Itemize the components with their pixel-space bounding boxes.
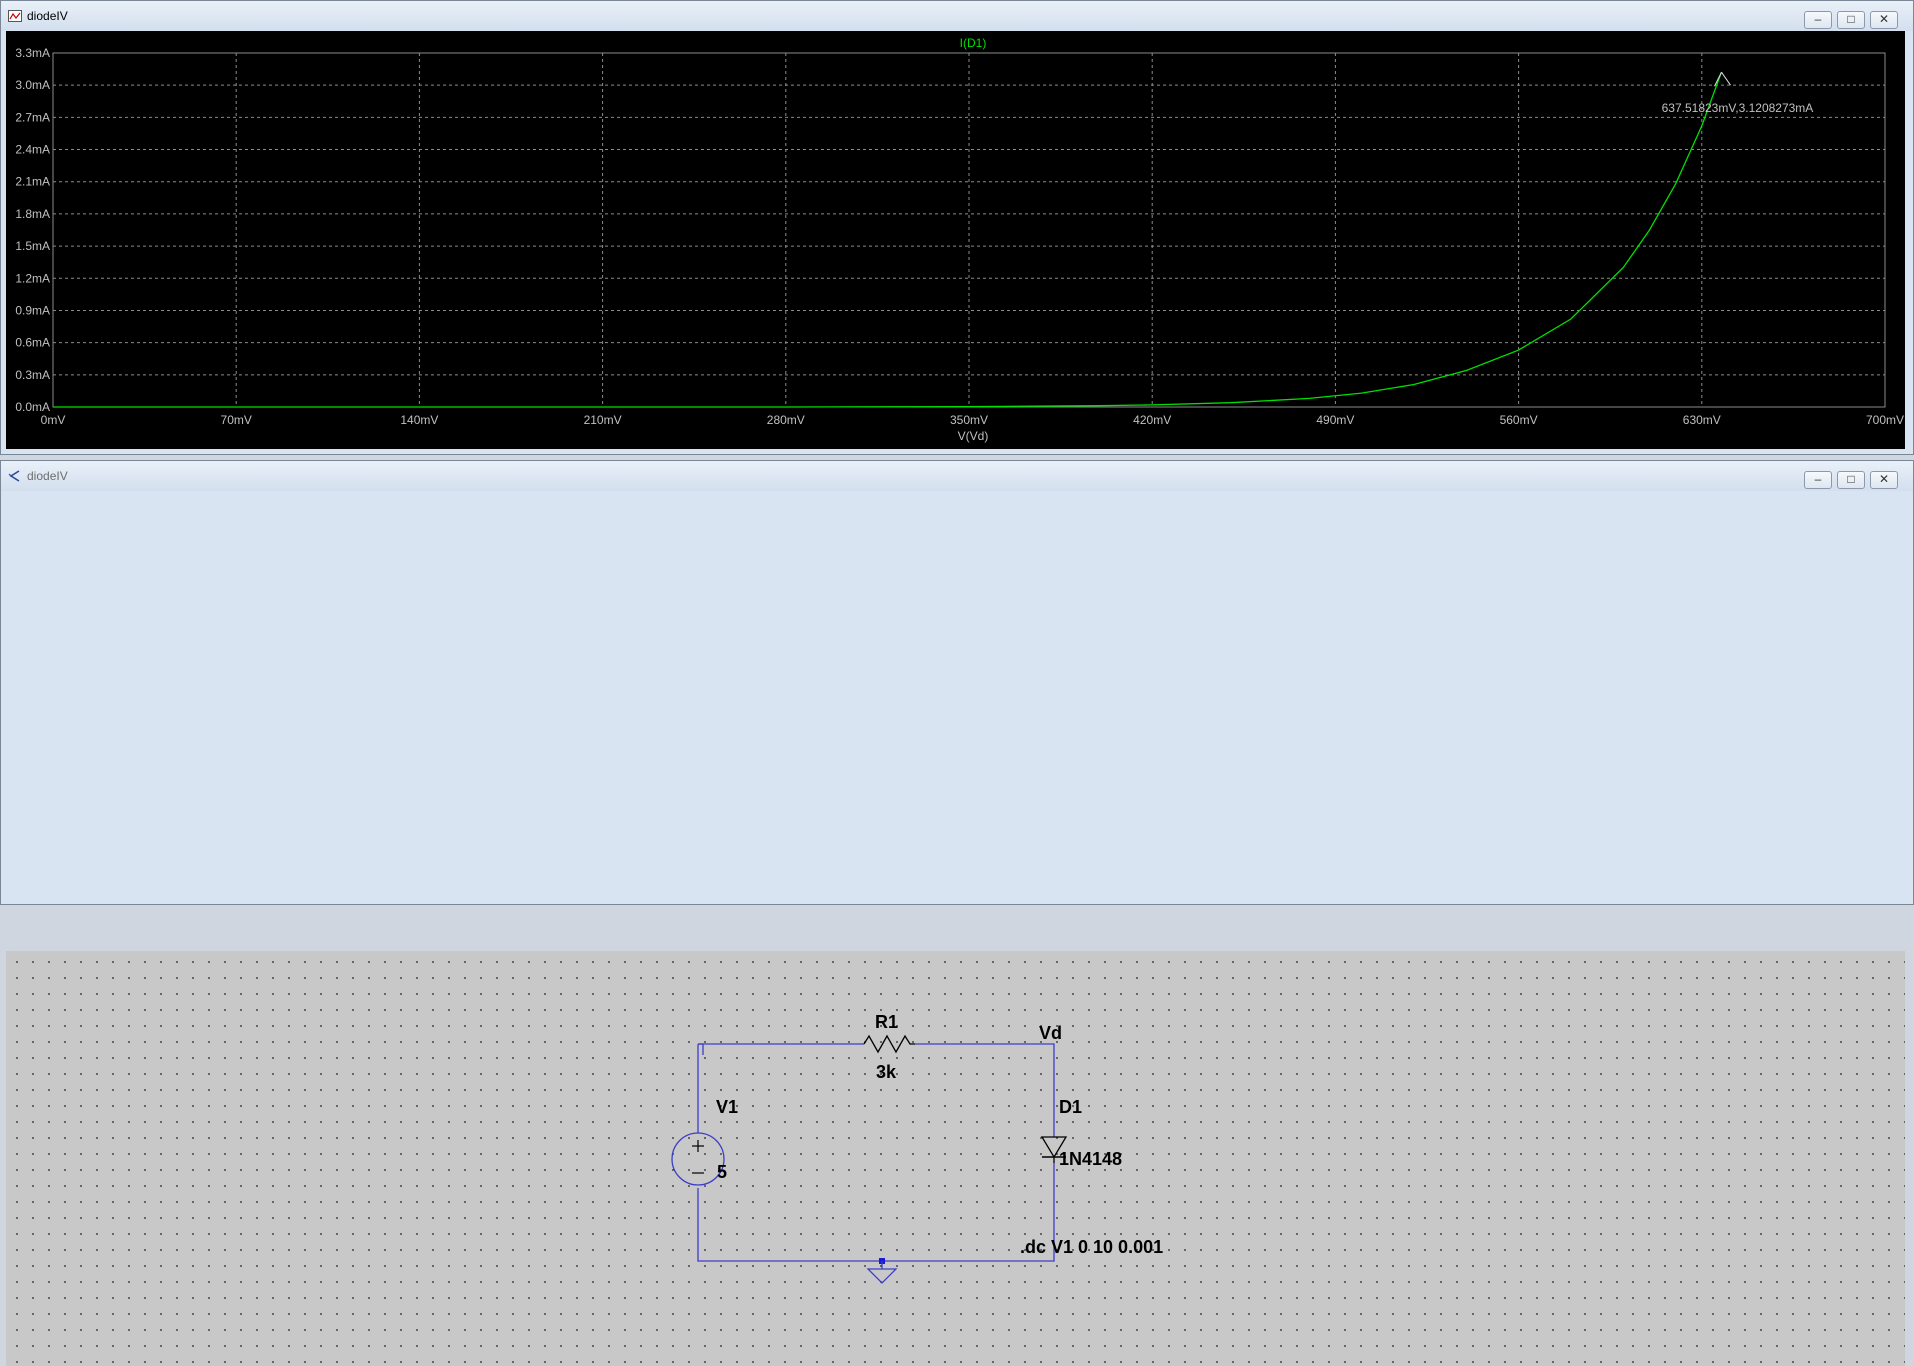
schematic-window-title: diodeIV [27, 469, 68, 483]
chart-title: I(D1) [960, 36, 987, 50]
x-tick-label: 490mV [1316, 413, 1354, 427]
wire-left-bottom[interactable] [697, 1188, 882, 1262]
maximize-icon: □ [1847, 472, 1855, 486]
x-tick-label: 280mV [767, 413, 805, 427]
y-tick-label: 2.7mA [15, 110, 50, 124]
plot-close-button[interactable]: ✕ [1870, 11, 1898, 29]
close-icon: ✕ [1878, 12, 1890, 26]
circuit-drawing[interactable] [6, 951, 1905, 1366]
x-tick-label: 420mV [1133, 413, 1171, 427]
schematic-window: diodeIV ‒ □ ✕ R1 3k Vd V1 5 D1 1N4148 .d… [0, 460, 1914, 1366]
plot-minimize-button[interactable]: ‒ [1804, 11, 1832, 29]
plot-window-title: diodeIV [27, 9, 68, 23]
series-line-i-d1 [53, 72, 1723, 408]
cursor-readout: 637.51823mV,3.1208273mA [1662, 101, 1814, 115]
y-tick-label: 1.2mA [15, 271, 50, 285]
x-tick-label: 140mV [400, 413, 438, 427]
x-tick-label: 350mV [950, 413, 988, 427]
plot-area[interactable]: 0mV 70mV 140mV 210mV 280mV 350mV 420mV 490mV 560… [6, 31, 1905, 449]
schematic-icon [8, 470, 20, 482]
plot-window: diodeIV ‒ □ ✕ 0mV 70mV 140mV 210mV 280mV 350m… [0, 0, 1914, 455]
schematic-close-button[interactable]: ✕ [1870, 471, 1898, 489]
plot-window-titlebar[interactable]: diodeIV ‒ □ ✕ [1, 1, 1913, 31]
x-tick-label: 0mV [41, 413, 66, 427]
resistor-r1[interactable] [863, 1034, 915, 1054]
x-tick-label: 630mV [1683, 413, 1721, 427]
r1-name-label[interactable]: R1 [875, 1012, 898, 1033]
y-tick-label: 2.4mA [15, 143, 50, 157]
schematic-maximize-button[interactable]: □ [1837, 471, 1865, 489]
y-tick-label: 1.8mA [15, 207, 50, 221]
waveform-icon [8, 10, 22, 22]
v1-name-label[interactable]: V1 [716, 1097, 738, 1118]
x-axis-label: V(Vd) [958, 429, 989, 443]
wire-top-left[interactable] [698, 1043, 704, 1055]
x-tick-label: 700mV [1866, 413, 1904, 427]
x-tick-label: 210mV [584, 413, 622, 427]
maximize-icon: □ [1847, 12, 1855, 26]
y-tick-label: 0.0mA [15, 400, 50, 414]
wire-top-right[interactable] [915, 1043, 1055, 1137]
d1-value-label[interactable]: 1N4148 [1059, 1149, 1122, 1170]
schematic-canvas[interactable]: R1 3k Vd V1 5 D1 1N4148 .dc V1 0 10 0.00… [6, 951, 1905, 1366]
x-tick-label: 560mV [1500, 413, 1538, 427]
plot-maximize-button[interactable]: □ [1837, 11, 1865, 29]
ground-symbol[interactable] [866, 1258, 898, 1284]
schematic-window-titlebar[interactable]: diodeIV ‒ □ ✕ [1, 461, 1913, 491]
y-tick-label: 0.6mA [15, 336, 50, 350]
y-tick-label: 3.0mA [15, 78, 50, 92]
minimize-icon: ‒ [1814, 472, 1822, 486]
schematic-minimize-button[interactable]: ‒ [1804, 471, 1832, 489]
d1-name-label[interactable]: D1 [1059, 1097, 1082, 1118]
close-icon: ✕ [1878, 472, 1890, 486]
y-tick-label: 1.5mA [15, 239, 50, 253]
y-tick-label: 2.1mA [15, 175, 50, 189]
x-tick-label: 70mV [221, 413, 252, 427]
v1-value-label[interactable]: 5 [717, 1162, 727, 1183]
y-tick-label: 3.3mA [15, 46, 50, 60]
y-tick-label: 0.3mA [15, 368, 50, 382]
net-label-vd[interactable]: Vd [1039, 1023, 1062, 1044]
r1-value-label[interactable]: 3k [876, 1062, 896, 1083]
minimize-icon: ‒ [1814, 12, 1822, 26]
y-tick-label: 0.9mA [15, 303, 50, 317]
iv-chart[interactable]: 0mV 70mV 140mV 210mV 280mV 350mV 420mV 490mV 560… [6, 31, 1905, 449]
spice-directive[interactable]: .dc V1 0 10 0.001 [1020, 1237, 1163, 1258]
